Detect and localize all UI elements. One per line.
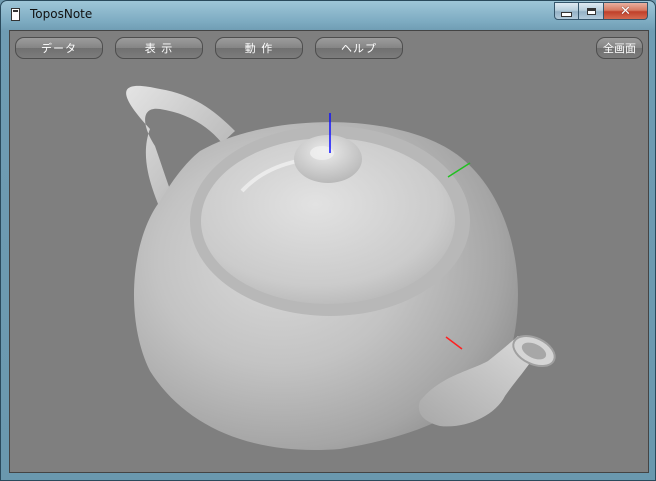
data-menu-button[interactable]: データ xyxy=(15,37,103,59)
maximize-button[interactable] xyxy=(579,2,604,20)
maximize-icon xyxy=(586,7,596,15)
view-menu-button[interactable]: 表 示 xyxy=(115,37,203,59)
minimize-button[interactable] xyxy=(554,2,579,20)
fullscreen-button[interactable]: 全画面 xyxy=(596,37,643,59)
window-title: ToposNote xyxy=(30,7,93,21)
3d-viewport[interactable] xyxy=(10,31,649,473)
close-button[interactable]: ✕ xyxy=(604,2,648,20)
help-menu-button[interactable]: ヘルプ xyxy=(315,37,403,59)
close-icon: ✕ xyxy=(620,3,631,19)
action-menu-button[interactable]: 動 作 xyxy=(215,37,303,59)
minimize-icon xyxy=(561,11,572,17)
app-icon xyxy=(11,8,20,21)
app-window: ToposNote ✕ データ 表 示 動 作 ヘルプ 全画面 xyxy=(0,0,656,481)
window-controls: ✕ xyxy=(554,2,648,21)
client-area: データ 表 示 動 作 ヘルプ 全画面 xyxy=(9,30,649,473)
title-bar[interactable]: ToposNote ✕ xyxy=(1,1,655,29)
